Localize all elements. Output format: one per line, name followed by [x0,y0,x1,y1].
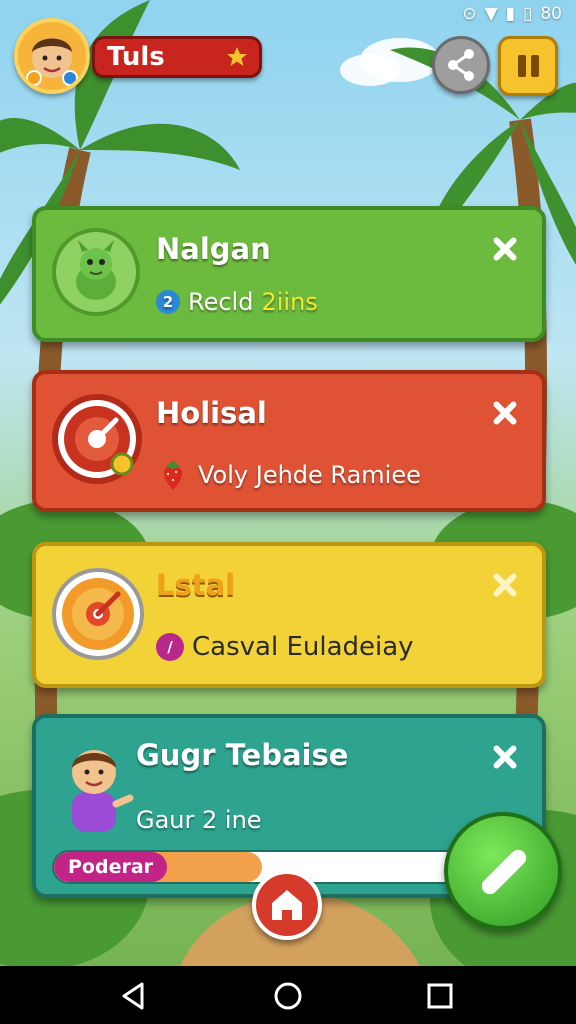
player-avatar[interactable] [14,18,90,94]
card-title: Gugr Tebaise [136,738,349,772]
close-button[interactable] [490,398,520,428]
quest-card-lstal[interactable]: Lstal / Casval Euladeiay [32,542,546,688]
card-subtitle-text: Voly Jehde Ramiee [198,461,421,489]
card-title: Lstal [156,568,236,602]
share-button[interactable] [432,36,490,94]
progress-label: Poderar [54,852,168,882]
recents-icon[interactable] [424,980,456,1012]
card-subtitle-text: Recld [188,288,254,316]
page-title: Tuls [107,42,165,72]
card-subtitle: Gaur 2 ine [136,806,262,834]
level-badge: / [156,633,184,661]
dragon-emblem-icon [52,228,140,316]
edit-button[interactable] [444,812,562,930]
card-subtitle: Voly Jehde Ramiee [156,458,421,492]
target-dial-icon [52,568,144,660]
close-button[interactable] [490,570,520,600]
card-title: Holisal [156,396,267,430]
back-icon[interactable] [118,980,150,1012]
card-subtitle: 2 Recld 2iins [156,288,318,316]
card-subtitle-text: Casval Euladeiay [192,632,414,662]
character-icon [50,730,140,840]
strawberry-icon [163,461,183,490]
card-subtitle-text: Gaur 2 ine [136,806,262,834]
close-button[interactable] [490,742,520,772]
home-icon [272,890,302,920]
home-button[interactable] [252,870,322,940]
close-button[interactable] [490,234,520,264]
card-highlight: 2iins [261,288,318,316]
share-icon [448,49,474,81]
card-title: Nalgan [156,232,271,266]
title-banner: Tuls [92,36,262,78]
card-subtitle: / Casval Euladeiay [156,632,414,662]
timer-dial-icon [52,394,142,484]
nav-home-icon[interactable] [272,980,304,1012]
top-hud: Tuls [14,18,562,98]
level-badge: 2 [156,290,180,314]
quest-card-nalgan[interactable]: Nalgan 2 Recld 2iins [32,206,546,342]
star-icon [227,47,247,66]
quest-card-holisal[interactable]: Holisal Voly Jehde Ramiee [32,370,546,512]
pause-button[interactable] [498,36,558,96]
android-nav-bar [0,966,576,1024]
